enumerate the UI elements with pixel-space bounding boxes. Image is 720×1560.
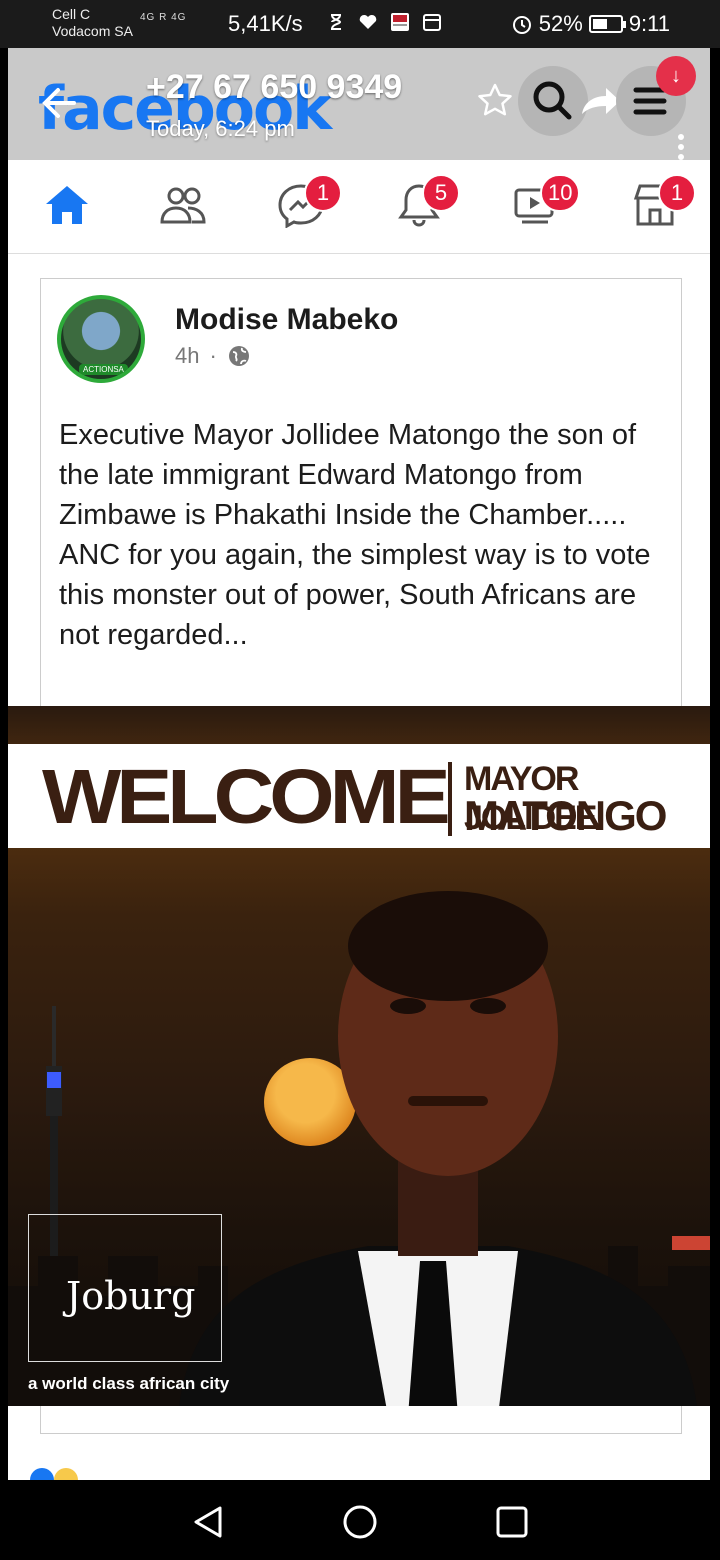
contact-phone-number: +27 67 650 9349 — [146, 68, 403, 106]
news-app-icon — [391, 13, 409, 31]
system-status: 52% 9:11 — [511, 11, 670, 37]
alarm-icon — [512, 16, 531, 34]
carrier-primary: Cell C — [52, 6, 91, 22]
avatar-badge: ACTIONSA — [79, 364, 128, 375]
system-navigation-bar — [0, 1480, 720, 1560]
carrier-secondary: Vodacom SA — [52, 23, 133, 39]
battery-fill — [592, 19, 607, 29]
tab-notifications[interactable]: 5 — [394, 174, 460, 234]
post-meta: 4h · — [175, 343, 251, 369]
tab-friends[interactable] — [158, 182, 214, 234]
hourglass-icon — [331, 14, 342, 30]
shared-timestamp: Today, 6:24 pm — [146, 116, 295, 141]
star-icon[interactable] — [476, 82, 514, 120]
marketplace-badge: 1 — [658, 174, 696, 212]
back-arrow-icon[interactable] — [38, 82, 80, 124]
tab-watch[interactable]: 10 — [512, 174, 581, 234]
mayor-portrait — [179, 891, 697, 1406]
battery-percent: 52% — [538, 11, 583, 36]
carrier-info: Cell C Vodacom SA — [52, 6, 133, 40]
joburg-logo: Joburg — [66, 1274, 196, 1318]
watch-badge: 10 — [540, 174, 581, 212]
mayor-name: MATONGO — [464, 792, 667, 839]
joburg-tagline: a world class african city — [28, 1374, 230, 1393]
post-time[interactable]: 4h — [175, 343, 199, 369]
home-icon — [46, 186, 88, 224]
calendar-icon — [423, 14, 441, 31]
messenger-badge: 1 — [304, 174, 342, 212]
banner-divider — [448, 762, 452, 836]
heart-icon — [359, 14, 377, 29]
more-options-icon[interactable] — [676, 132, 686, 160]
welcome-heading: WELCOME — [42, 752, 451, 840]
clock: 9:11 — [628, 11, 670, 36]
recents-nav-icon[interactable] — [492, 1502, 532, 1542]
facebook-tab-bar: 1 5 10 1 — [8, 160, 710, 254]
download-badge[interactable]: ↓ — [656, 56, 696, 96]
post-author[interactable]: Modise Mabeko — [175, 303, 398, 337]
battery-icon — [588, 15, 626, 33]
notification-icons — [326, 12, 442, 32]
app-header: facebook +27 67 650 9349 Today, 6:24 pm … — [8, 48, 710, 160]
notifications-badge: 5 — [422, 174, 460, 212]
author-avatar[interactable]: ACTIONSA — [57, 295, 145, 383]
back-nav-icon[interactable] — [188, 1502, 228, 1542]
network-speed: 5,41K/s — [228, 11, 303, 36]
post-card-footer — [40, 1406, 682, 1434]
post-body: Executive Mayor Jollidee Matongo the son… — [59, 419, 651, 651]
tab-marketplace[interactable]: 1 — [630, 174, 696, 234]
globe-icon — [228, 346, 249, 366]
post-image[interactable]: WELCOME MAYOR JOLIDEE MATONGO Joburg a w… — [8, 706, 710, 1406]
friends-icon — [160, 187, 206, 224]
network-type: 4G R 4G — [140, 12, 187, 23]
meta-separator: · — [209, 343, 217, 368]
tab-home[interactable] — [42, 182, 98, 234]
status-bar: Cell C Vodacom SA 4G R 4G 5,41K/s 52% 9:… — [0, 0, 720, 48]
home-nav-icon[interactable] — [340, 1502, 380, 1542]
tab-messenger[interactable]: 1 — [276, 174, 342, 234]
